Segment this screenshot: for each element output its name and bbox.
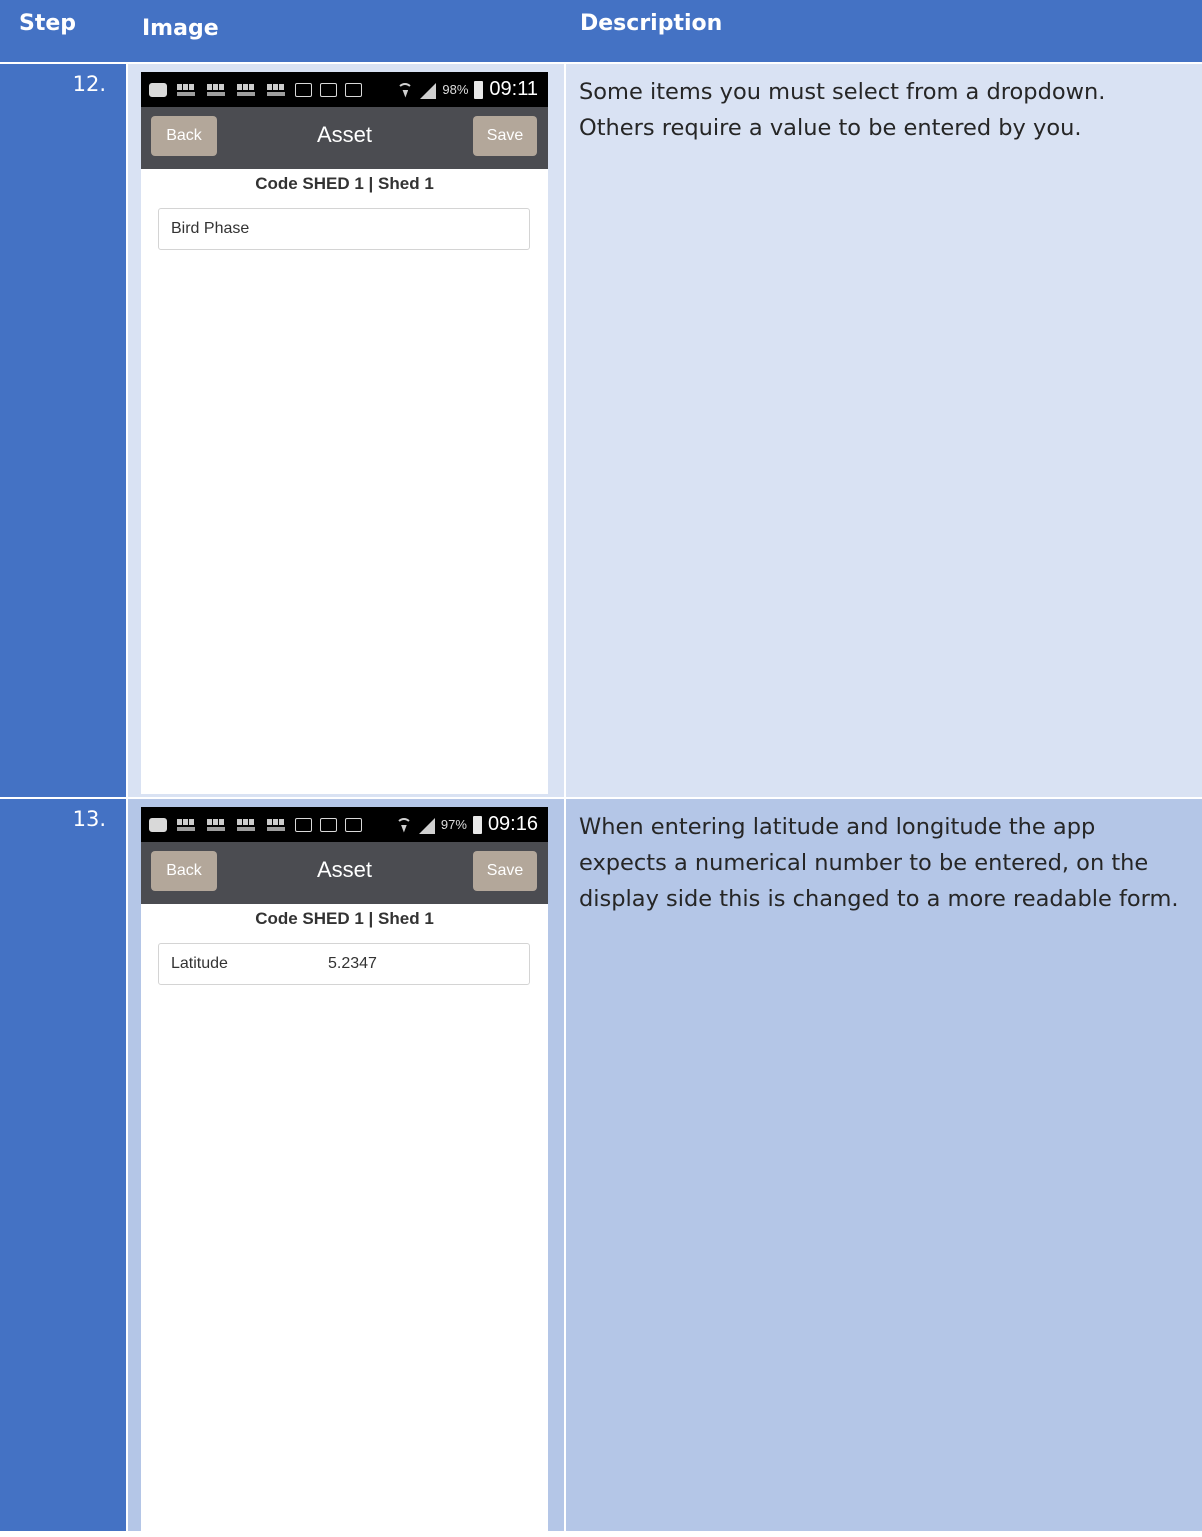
field-label: Latitude [171,955,228,972]
status-right: 97% 09:16 [395,813,538,836]
news-icon [175,818,197,833]
news-icon [235,818,257,833]
save-button[interactable]: Save [473,851,537,891]
clock: 09:16 [487,813,538,835]
step-cell: 12. [0,64,126,797]
news-icon [265,818,287,833]
news-icon [235,83,257,98]
description-text: When entering latitude and longitude the… [579,814,1179,912]
phone-screenshot: 98% 09:11 Back Asset Save Code SHED 1 | … [141,72,548,794]
image-cell: 98% 09:11 Back Asset Save Code SHED 1 | … [128,64,564,797]
instruction-table: Step Image Description 12. 98% 09:11 Bac… [0,0,1202,1537]
outlook-icon [345,818,362,832]
app-navbar: Back Asset Save [141,842,548,904]
message-icon [149,818,167,832]
battery-percent: 97% [440,817,467,832]
news-icon [205,83,227,98]
battery-percent: 98% [442,82,469,97]
signal-icon [420,82,437,99]
description-text: Some items you must select from a dropdo… [579,79,1106,141]
news-icon [175,83,197,98]
email-icon [320,83,337,97]
description-cell: When entering latitude and longitude the… [566,799,1202,1531]
phone-screenshot: 97% 09:16 Back Asset Save Code SHED 1 | … [141,807,548,1537]
wifi-icon [396,81,414,99]
battery-icon [472,815,482,834]
news-icon [205,818,227,833]
description-cell: Some items you must select from a dropdo… [566,64,1202,797]
asset-subtitle: Code SHED 1 | Shed 1 [255,909,434,928]
status-bar: 98% 09:11 [141,72,548,107]
header-step: Step [19,11,77,36]
step-cell: 13. [0,799,126,1531]
table-row: 13. 97% 09:16 Back Asset Save Code SHED … [0,799,1202,1537]
email-icon [295,83,312,97]
step-number: 12. [72,72,106,96]
table-row: 12. 98% 09:11 Back Asset Save Code SHED … [0,64,1202,797]
notification-icons [149,81,362,99]
field-value: 5.2347 [328,955,377,972]
asset-subtitle: Code SHED 1 | Shed 1 [255,174,434,193]
table-header: Step Image Description [0,0,1202,62]
app-navbar: Back Asset Save [141,107,548,169]
message-icon [149,83,167,97]
signal-icon [418,817,435,834]
header-description: Description [580,11,723,36]
outlook-icon [345,83,362,97]
field-label: Bird Phase [171,220,250,237]
header-image: Image [142,16,219,41]
step-number: 13. [72,807,106,831]
bird-phase-dropdown[interactable]: Bird Phase [158,208,530,250]
clock: 09:11 [489,78,538,100]
save-button[interactable]: Save [473,116,537,156]
image-cell: 97% 09:16 Back Asset Save Code SHED 1 | … [128,799,564,1537]
status-bar: 97% 09:16 [141,807,548,842]
notification-icons [149,816,362,834]
wifi-icon [395,816,413,834]
latitude-field[interactable]: Latitude 5.2347 [158,943,530,985]
email-icon [320,818,337,832]
status-right: 98% 09:11 [396,78,538,101]
news-icon [265,83,287,98]
battery-icon [474,80,484,99]
email-icon [295,818,312,832]
